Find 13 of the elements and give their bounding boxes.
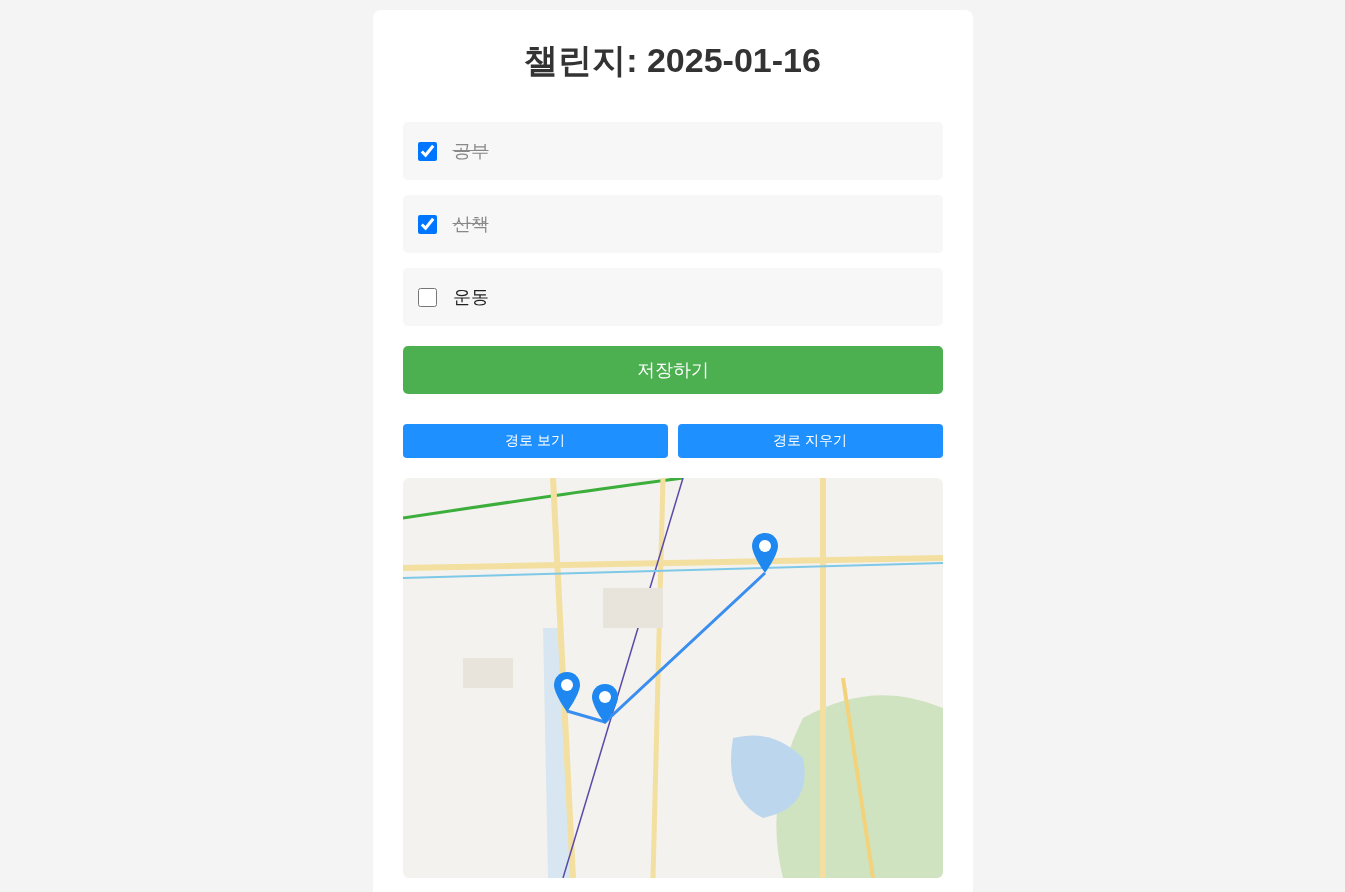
save-button[interactable]: 저장하기 (402, 346, 943, 394)
task-label: 산책 (452, 212, 489, 236)
map-pin-icon[interactable] (553, 672, 580, 712)
map-pin-icon[interactable] (751, 533, 778, 573)
task-checkbox[interactable] (417, 141, 437, 161)
page-title: 챌린지: 2025-01-16 (523, 40, 822, 81)
map-pin-icon[interactable] (591, 684, 618, 724)
task-checkbox[interactable] (417, 214, 437, 234)
task-label: 공부 (452, 139, 489, 163)
task-checkbox[interactable] (417, 287, 437, 307)
task-label: 운동 (452, 285, 489, 309)
route-button[interactable]: 경로 지우기 (677, 424, 943, 458)
route-button[interactable]: 경로 보기 (402, 424, 668, 458)
